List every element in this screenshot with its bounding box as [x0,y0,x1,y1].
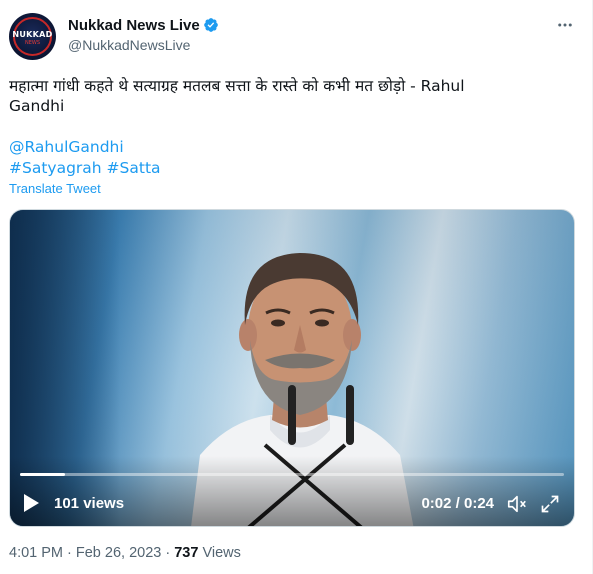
more-options-icon [558,23,572,27]
tweet-card: NUKKAD NEWS Nukkad News Live @NukkadNews… [0,0,593,574]
verified-badge-icon [203,18,218,32]
account-names: Nukkad News Live @NukkadNewsLive [68,15,219,53]
video-time-label: 0:02 / 0:24 [421,495,494,512]
play-icon[interactable] [22,493,40,513]
account-handle[interactable]: @NukkadNewsLive [68,37,219,53]
display-name-row: Nukkad News Live [68,15,219,35]
tweet-views-count[interactable]: 737 [174,545,198,561]
fullscreen-icon[interactable] [540,494,560,514]
hashtag-satyagrah-link[interactable]: #Satyagrah [9,159,102,177]
avatar-logo-sub: NEWS [24,40,41,46]
translate-tweet-link[interactable]: Translate Tweet [9,181,101,196]
tweet-links: @RahulGandhi #Satyagrah #Satta [9,137,161,179]
avatar[interactable]: NUKKAD NEWS [9,13,56,60]
tweet-text-line1: महात्मा गांधी कहते थे सत्याग्रह मतलब सत्… [9,77,465,95]
hashtag-satta-link[interactable]: #Satta [107,159,161,177]
tweet-meta: 4:01 PM · Feb 26, 2023 · 737 Views [9,545,241,561]
video-views-label: 101 views [54,495,125,512]
video-progress-bar[interactable] [20,473,564,476]
display-name[interactable]: Nukkad News Live [68,17,200,34]
mute-icon[interactable] [506,493,528,515]
tweet-views-word: Views [198,545,241,561]
video-controls-gradient [10,456,574,526]
video-player[interactable]: 101 views 0:02 / 0:24 [9,209,575,527]
tweet-timestamp[interactable]: 4:01 PM · Feb 26, 2023 · [9,545,174,561]
tweet-text: महात्मा गांधी कहते थे सत्याग्रह मतलब सत्… [9,76,569,116]
mention-link[interactable]: @RahulGandhi [9,138,124,156]
more-options-button[interactable] [552,12,578,38]
tweet-header: NUKKAD NEWS Nukkad News Live @NukkadNews… [9,10,582,60]
tweet-text-line2: Gandhi [9,97,65,115]
avatar-logo-text: NUKKAD [12,30,53,39]
video-progress-fill [20,473,66,476]
